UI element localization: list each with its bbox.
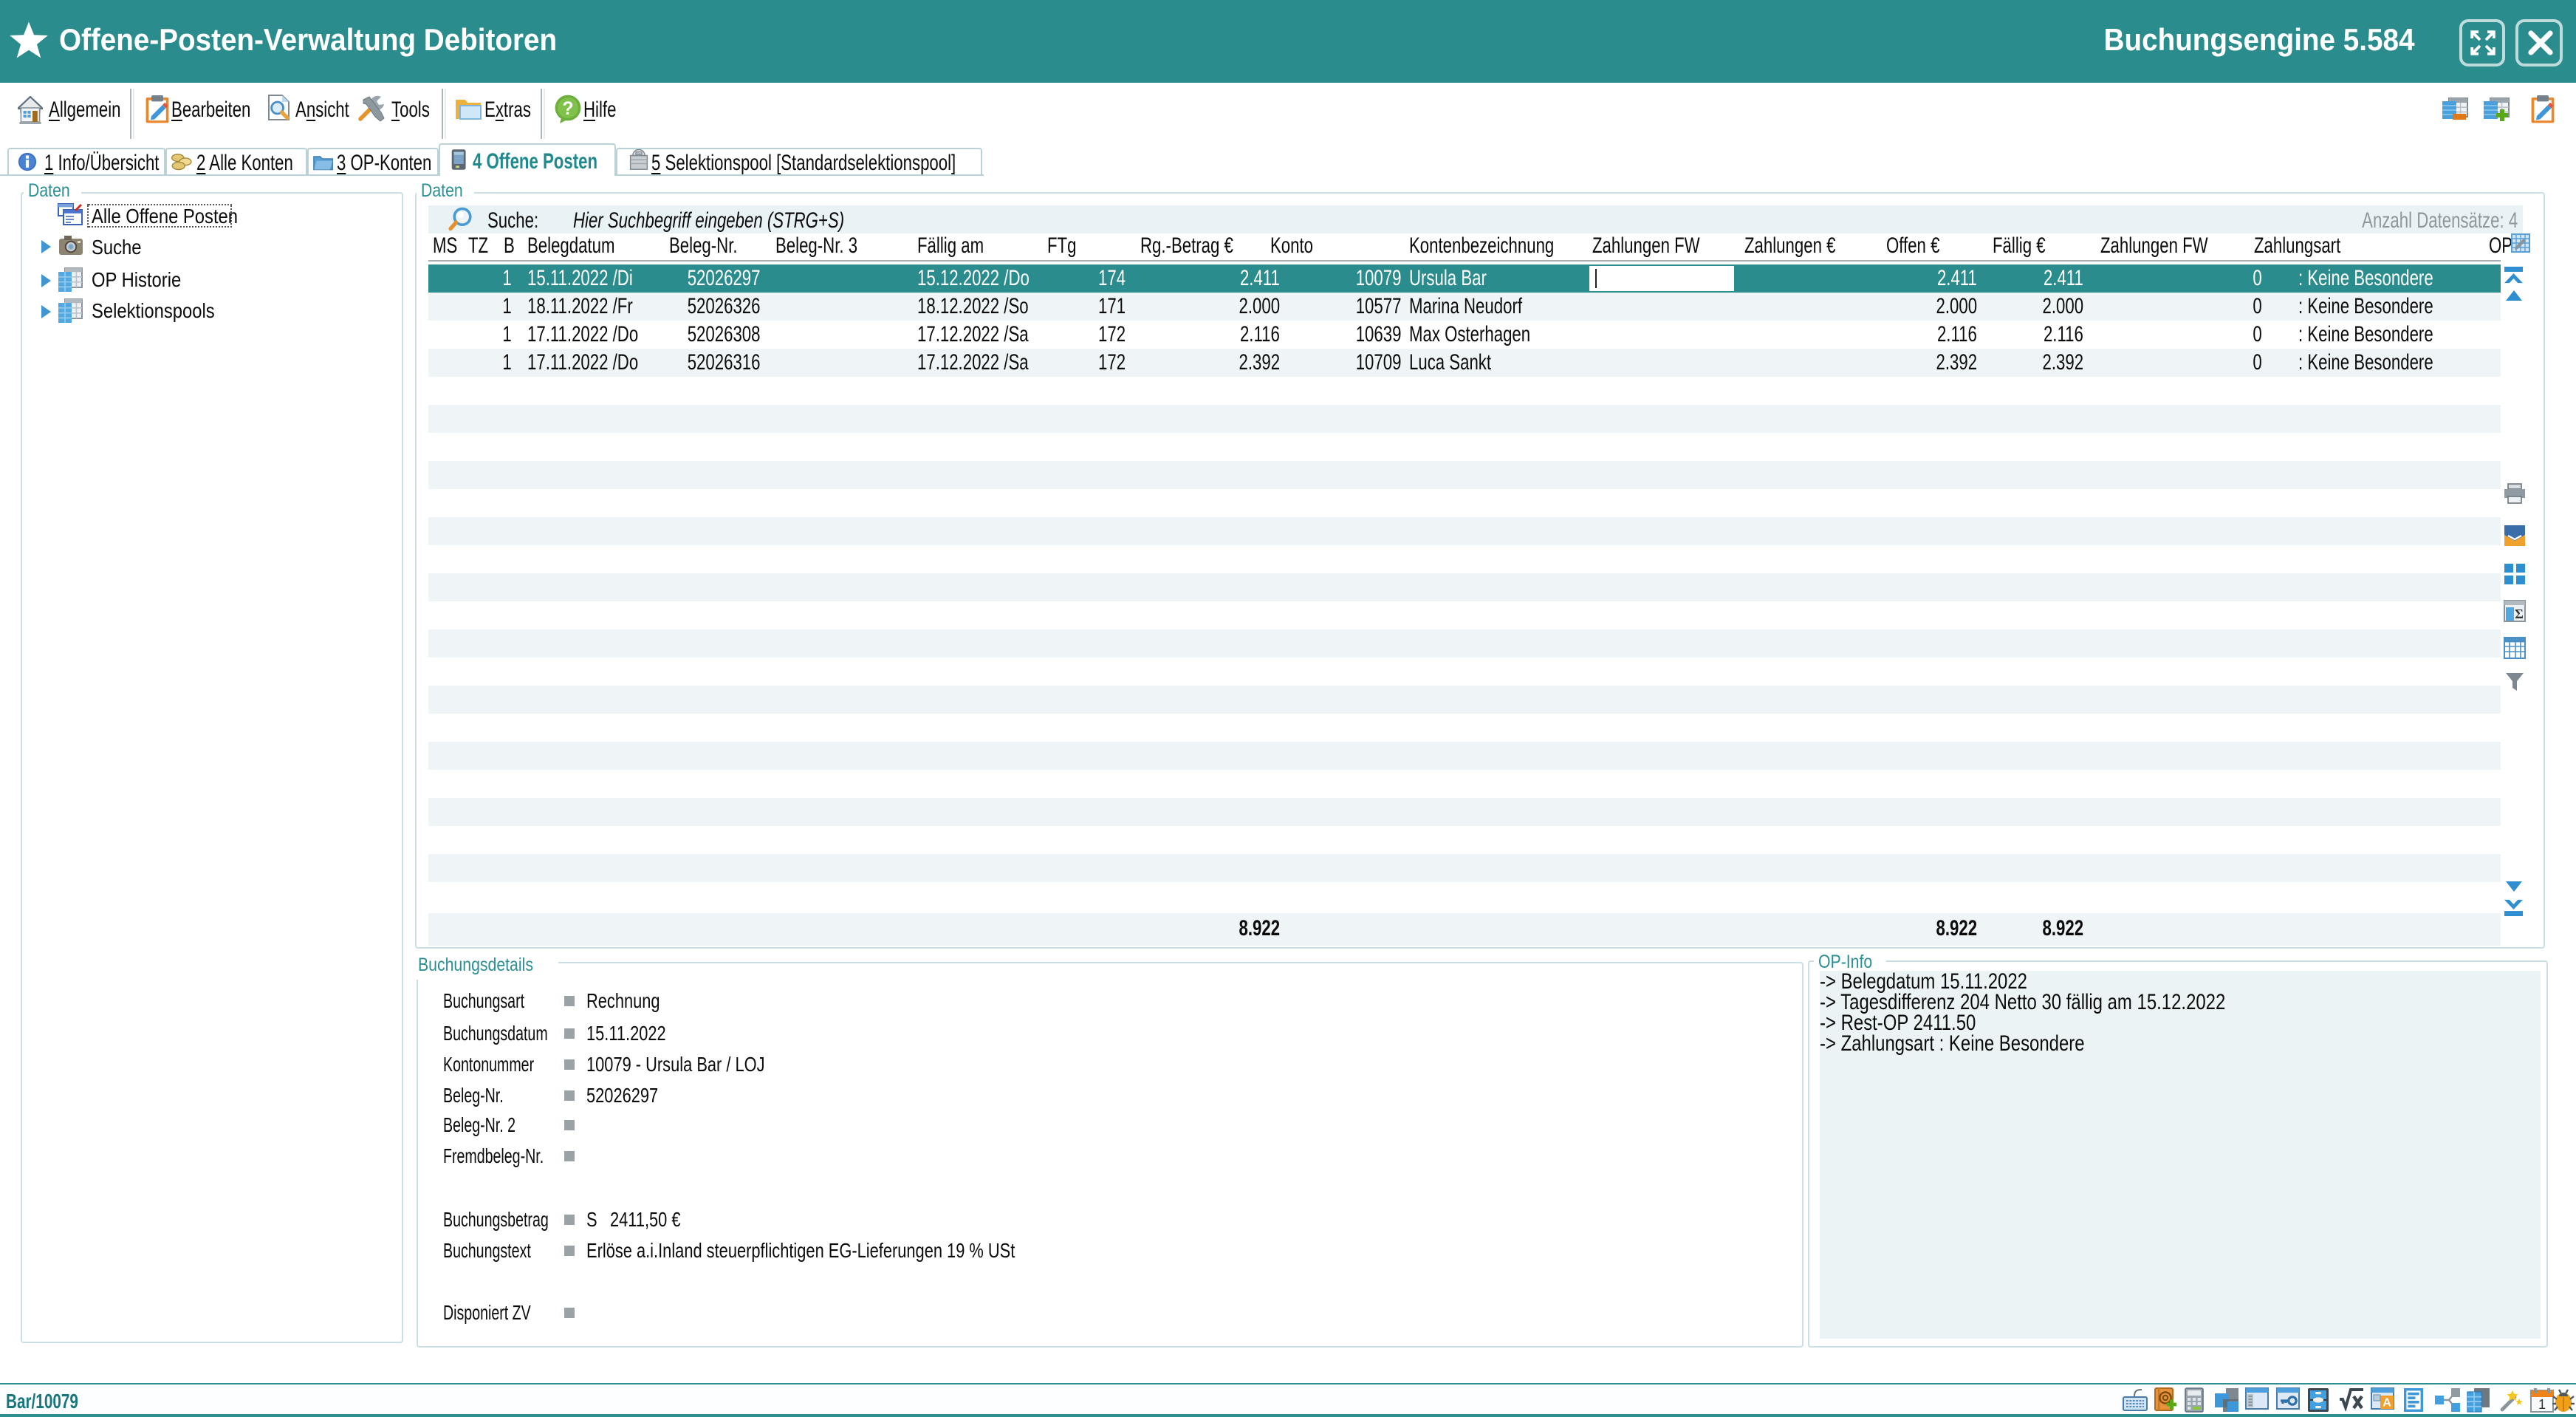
svg-text:?: ? (562, 98, 573, 119)
svg-text:Σ: Σ (2514, 607, 2523, 621)
svg-text:1: 1 (2538, 1396, 2546, 1411)
svg-text:A: A (2383, 1396, 2391, 1409)
